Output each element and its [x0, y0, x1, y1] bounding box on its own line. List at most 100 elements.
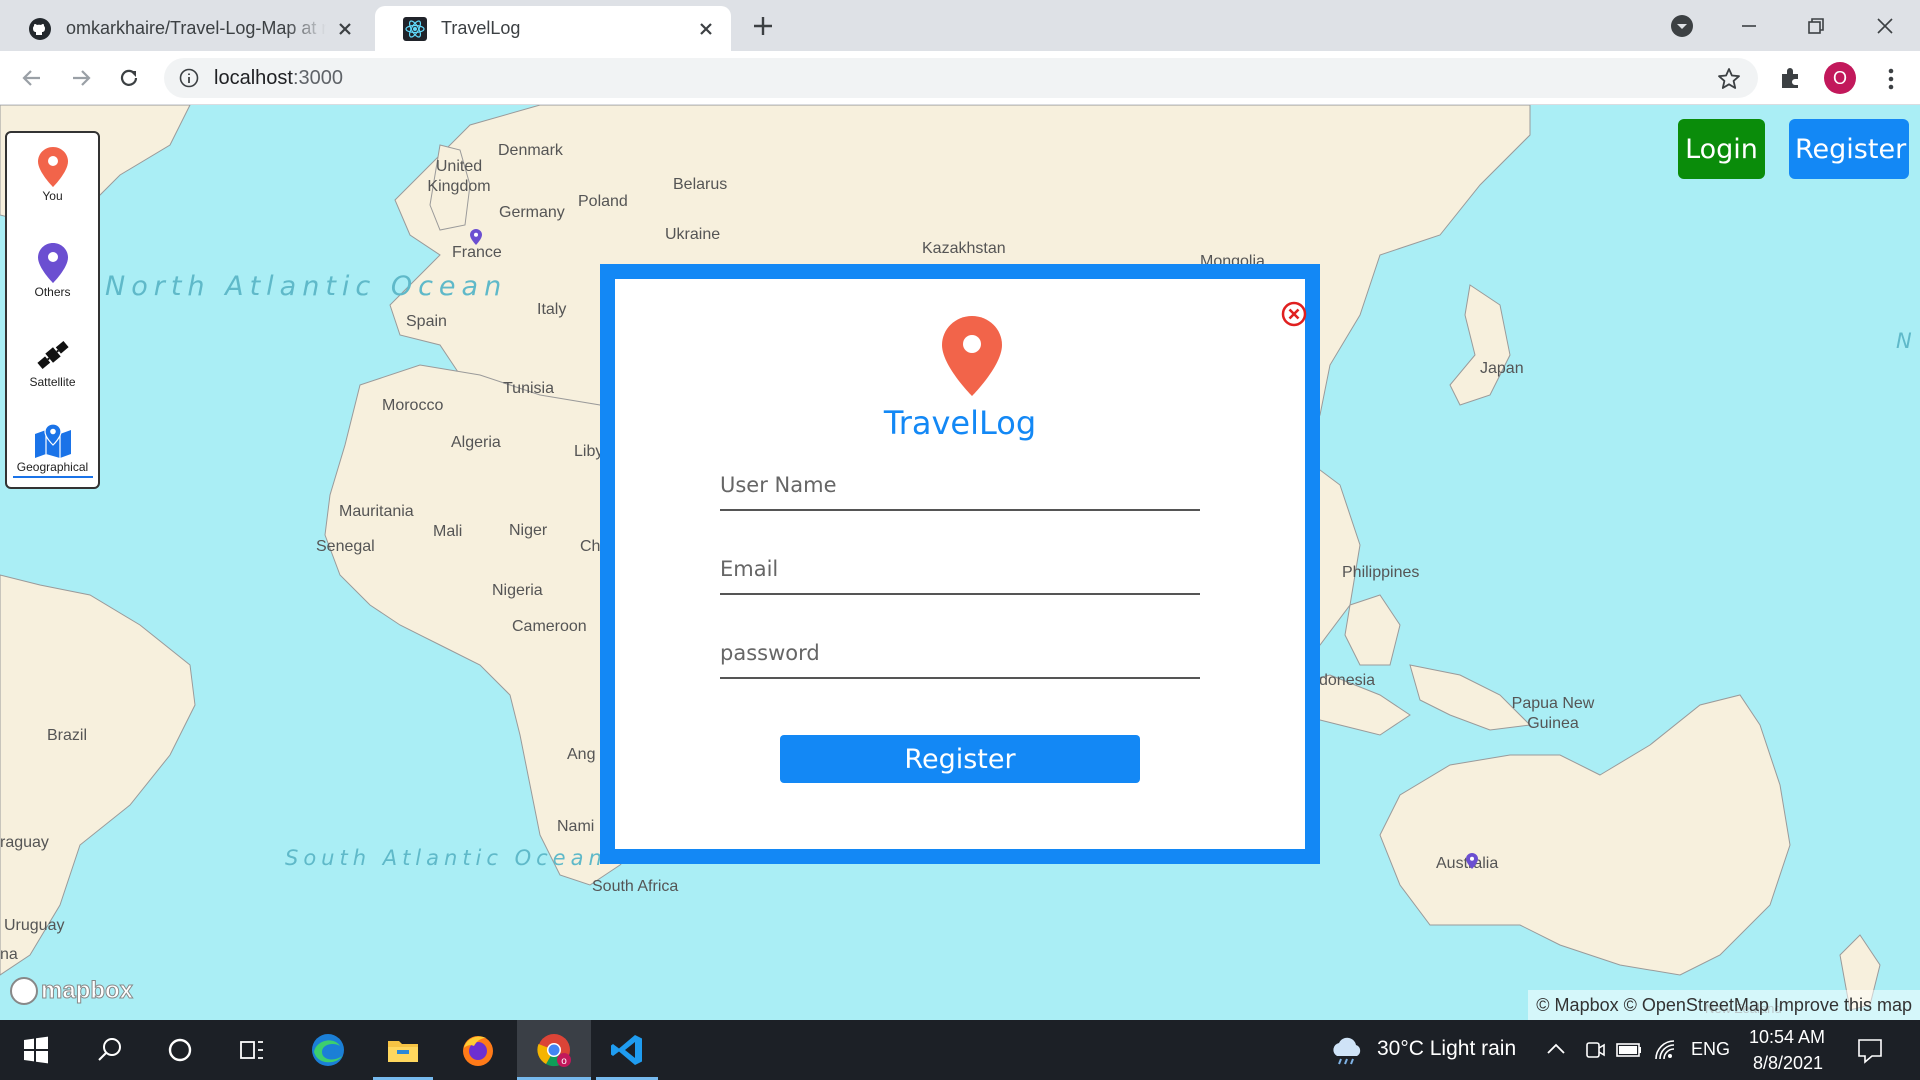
country-label: Poland [578, 193, 628, 210]
close-icon[interactable] [334, 18, 356, 40]
chrome-icon[interactable]: o [534, 1030, 574, 1070]
tab-search-chevron-icon[interactable] [1667, 11, 1697, 41]
country-label: Papua New Guinea [1511, 695, 1595, 732]
sidebar-item-others[interactable]: Others [7, 243, 98, 299]
forward-arrow-icon[interactable] [66, 63, 96, 93]
file-explorer-icon[interactable] [383, 1030, 423, 1070]
clock-date[interactable]: 8/8/2021 [1753, 1053, 1823, 1074]
github-icon [29, 17, 51, 40]
country-label: Niger [509, 522, 548, 539]
other-user-pin-icon[interactable] [1466, 853, 1478, 869]
country-label: Cameroon [512, 618, 587, 635]
country-label: donesia [1319, 672, 1376, 689]
info-icon[interactable] [178, 67, 200, 89]
battery-icon[interactable] [1612, 1033, 1646, 1067]
notification-center-icon[interactable] [1852, 1032, 1888, 1068]
windows-start-icon[interactable] [16, 1030, 56, 1070]
sidebar-item-label: You [42, 189, 63, 203]
country-label: Tunisia [503, 380, 554, 397]
register-button[interactable]: Register [1789, 119, 1909, 179]
country-label: Algeria [451, 434, 501, 451]
username-input[interactable] [720, 461, 1200, 511]
selected-indicator [12, 476, 93, 478]
back-arrow-icon[interactable] [17, 63, 47, 93]
vscode-icon[interactable] [607, 1030, 647, 1070]
country-label: Kazakhstan [922, 240, 1006, 257]
country-label: Mauritania [339, 503, 414, 520]
sidebar-item-label: Others [34, 285, 71, 299]
sidebar-item-label: Geographical [16, 460, 89, 474]
country-label: raguay [0, 834, 49, 851]
cortana-icon[interactable] [160, 1030, 200, 1070]
firefox-icon[interactable] [458, 1030, 498, 1070]
chevron-up-icon[interactable] [1539, 1033, 1573, 1067]
other-user-pin-icon[interactable] [470, 229, 482, 245]
restore-icon[interactable] [1801, 11, 1831, 41]
register-submit-button[interactable]: Register [780, 735, 1140, 783]
country-label: Germany [499, 204, 565, 221]
location-pin-purple-icon [37, 243, 68, 283]
country-label: Senegal [316, 538, 375, 555]
app-title: TravelLog [883, 404, 1037, 442]
task-view-icon[interactable] [232, 1030, 272, 1070]
country-label: Ang [567, 746, 596, 763]
country-label: Morocco [382, 397, 444, 414]
tab-github[interactable]: omkarkhaire/Travel-Log-Map at master [0, 6, 370, 51]
more-menu-icon[interactable] [1878, 64, 1904, 94]
weather-text[interactable]: 30°C Light rain [1377, 1037, 1516, 1061]
country-label: Mali [433, 523, 463, 540]
wifi-icon[interactable] [1648, 1033, 1682, 1067]
map-mode-panel: You Others Sattellite Geographical [5, 131, 100, 489]
windows-taskbar: o 30°C Light rain ENG 10:54 AM 8/8/2021 [0, 1020, 1920, 1080]
password-input[interactable] [720, 629, 1200, 679]
map-attribution[interactable]: © Mapbox © OpenStreetMap Improve this ma… [1528, 990, 1920, 1020]
mapbox-logo-icon [10, 977, 38, 1005]
sidebar-item-you[interactable]: You [7, 147, 98, 203]
login-button[interactable]: Login [1678, 119, 1765, 179]
country-label: Ukraine [665, 226, 721, 243]
country-label: Ch [580, 538, 601, 555]
tab-title: omkarkhaire/Travel-Log-Map at master [66, 18, 326, 38]
country-label: Japan [1480, 360, 1524, 377]
reload-icon[interactable] [114, 63, 144, 93]
close-icon[interactable] [695, 18, 717, 40]
sidebar-item-label: Sattellite [29, 375, 76, 389]
country-label: Belarus [673, 176, 728, 193]
satellite-icon [36, 341, 69, 369]
mapbox-logo[interactable]: mapbox [10, 977, 134, 1005]
country-label: Philippines [1342, 564, 1420, 581]
search-icon[interactable] [90, 1030, 130, 1070]
browser-tab-bar: omkarkhaire/Travel-Log-Map at master Tra… [0, 0, 1920, 51]
close-circle-icon[interactable] [1281, 301, 1307, 327]
url-text: localhost:3000 [214, 66, 343, 89]
tab-travellog[interactable]: TravelLog [375, 6, 731, 51]
ocean-label-north-atlantic: North Atlantic Ocean [105, 271, 508, 302]
travellog-logo-pin-icon [942, 316, 1002, 396]
clock-time[interactable]: 10:54 AM [1749, 1027, 1825, 1048]
new-tab-plus-icon[interactable] [748, 11, 778, 41]
meet-now-icon[interactable] [1578, 1033, 1612, 1067]
weather-cloud-rain-icon[interactable] [1327, 1032, 1367, 1072]
edge-browser-icon[interactable] [308, 1030, 348, 1070]
window-close-icon[interactable] [1870, 11, 1900, 41]
map-icon [34, 424, 71, 458]
country-label: France [452, 244, 502, 261]
minimize-icon[interactable] [1734, 11, 1764, 41]
profile-avatar[interactable]: O [1824, 62, 1856, 94]
sidebar-item-geographical[interactable]: Geographical [7, 424, 98, 478]
country-label: Brazil [47, 727, 88, 744]
country-label: Italy [537, 301, 567, 318]
email-input[interactable] [720, 545, 1200, 595]
sidebar-item-satellite[interactable]: Sattellite [7, 337, 98, 389]
url-input[interactable]: localhost:3000 [164, 58, 1758, 98]
country-label: Spain [406, 313, 447, 330]
country-label: Denmark [498, 142, 563, 159]
language-indicator[interactable]: ENG [1691, 1039, 1730, 1060]
react-icon [403, 16, 427, 41]
extensions-puzzle-icon[interactable] [1777, 64, 1805, 92]
address-bar: localhost:3000 [0, 51, 1920, 105]
tab-title: TravelLog [441, 18, 521, 38]
country-label: South Africa [592, 878, 679, 895]
country-label: na [0, 946, 18, 963]
bookmark-star-icon[interactable] [1716, 66, 1742, 92]
